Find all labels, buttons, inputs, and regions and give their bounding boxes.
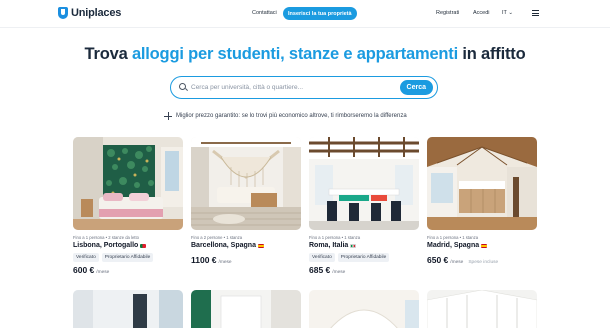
listing-photo[interactable] [73, 290, 183, 328]
page-title: Trova alloggi per studenti, stanze e app… [0, 45, 610, 64]
listing-card[interactable]: Fino a 2 persone • 1 stanza Barcellona, … [191, 137, 301, 265]
list-property-button[interactable]: Inserisci la tua proprietà [283, 7, 357, 20]
price-amount: 600 € [73, 265, 95, 275]
price-amount: 1100 € [191, 255, 217, 265]
listing-card[interactable]: Fino a 1 persona • 1 stanza Roma, Italia… [309, 137, 419, 275]
contact-link[interactable]: Contattaci [252, 10, 277, 16]
menu-icon[interactable] [532, 10, 539, 16]
listing-photo[interactable] [191, 290, 301, 328]
login-link[interactable]: Accedi [473, 10, 490, 16]
trusted-landlord-badge: Proprietario Affidabile [101, 253, 154, 262]
spain-flag-icon [257, 243, 264, 248]
listing-city[interactable]: Madrid, Spagna [427, 242, 537, 249]
top-navbar: Uniplaces Contattaci Inserisci la tua pr… [0, 0, 610, 28]
listing-city[interactable]: Barcellona, Spagna [191, 242, 301, 249]
listing-price: 650 €/mese Spese incluse [427, 255, 537, 265]
listing-photo[interactable] [309, 137, 419, 230]
listing-card[interactable]: Fino a 1 persona • 1 stanza Madrid, Spag… [427, 137, 537, 265]
listing-photo[interactable] [427, 137, 537, 230]
listing-photo[interactable] [73, 137, 183, 230]
listing-photo[interactable] [191, 137, 301, 230]
listing-price: 685 €/mese [309, 265, 419, 275]
price-period: /mese [450, 260, 464, 265]
register-link[interactable]: Registrati [436, 10, 459, 16]
listing-subtitle: Fino a 1 persona • 2 stanze da letto [73, 235, 139, 240]
listing-photo[interactable] [427, 290, 537, 328]
listing-subtitle: Fino a 1 persona • 1 stanza [427, 235, 479, 240]
language-selector[interactable]: IT ⌄ [502, 10, 513, 16]
listing-photo[interactable] [309, 290, 419, 328]
search-icon [179, 83, 186, 90]
guarantee-text: Miglior prezzo garantito: se lo trovi pi… [176, 113, 407, 119]
listing-city[interactable]: Roma, Italia [309, 242, 419, 249]
title-highlight: alloggi per studenti, stanze e appartame… [131, 45, 458, 63]
listing-price: 1100 €/mese [191, 255, 301, 265]
price-amount: 685 € [309, 265, 331, 275]
listing-card[interactable]: Fino a 1 persona • 2 stanze da letto Lis… [73, 137, 183, 275]
listing-city-name: Madrid, Spagna [427, 242, 480, 249]
chevron-down-icon: ⌄ [508, 10, 513, 16]
listing-city-name: Barcellona, Spagna [191, 242, 256, 249]
listing-badges: Verificato Proprietario Affidabile [73, 253, 183, 262]
title-part-1: Trova [84, 45, 132, 63]
listing-price: 600 €/mese [73, 265, 183, 275]
title-part-2: in affitto [458, 45, 526, 63]
listing-subtitle: Fino a 2 persone • 1 stanza [191, 235, 243, 240]
logo-icon [58, 7, 68, 19]
logo-text: Uniplaces [71, 7, 122, 19]
portugal-flag-icon [140, 243, 147, 248]
sparkle-icon [164, 112, 172, 120]
bills-included-label: Spese incluse [468, 260, 499, 265]
listing-city-name: Roma, Italia [309, 242, 349, 249]
listing-subtitle: Fino a 1 persona • 1 stanza [309, 235, 361, 240]
uniplaces-logo[interactable]: Uniplaces [58, 7, 121, 19]
price-amount: 650 € [427, 255, 449, 265]
verified-badge: Verificato [309, 253, 335, 262]
price-period: /mese [96, 270, 110, 275]
verified-badge: Verificato [73, 253, 99, 262]
listing-city-name: Lisbona, Portogallo [73, 242, 139, 249]
search-bar: Cerca [170, 76, 438, 99]
trusted-landlord-badge: Proprietario Affidabile [337, 253, 390, 262]
spain-flag-icon [481, 243, 488, 248]
search-input[interactable] [191, 81, 391, 94]
price-period: /mese [332, 270, 346, 275]
listing-city[interactable]: Lisbona, Portogallo [73, 242, 183, 249]
price-guarantee: Miglior prezzo garantito: se lo trovi pi… [164, 112, 407, 120]
price-period: /mese [218, 260, 232, 265]
search-button[interactable]: Cerca [399, 80, 433, 95]
listing-badges: Verificato Proprietario Affidabile [309, 253, 419, 262]
language-label: IT [502, 10, 507, 16]
italy-flag-icon [350, 243, 357, 248]
